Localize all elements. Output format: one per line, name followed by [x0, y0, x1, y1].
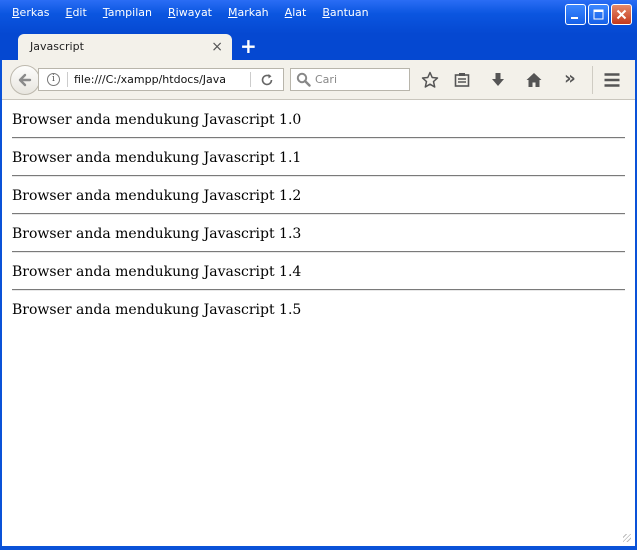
clipboard-icon: [454, 73, 470, 87]
support-line: Browser anda mendukung Javascript 1.5: [12, 302, 302, 318]
menu-bar: Berkas Edit Tampilan Riwayat Markah Alat…: [4, 4, 377, 22]
horizontal-rule: [12, 289, 625, 291]
bookmark-star-button[interactable]: [420, 70, 440, 90]
horizontal-rule: [12, 137, 625, 139]
divider: [250, 72, 251, 87]
divider: [592, 66, 593, 94]
tab-title: Javascript: [30, 40, 84, 53]
window-controls: [565, 4, 632, 25]
divider: [67, 72, 68, 87]
menu-riwayat[interactable]: Riwayat: [160, 4, 220, 22]
maximize-icon: [593, 9, 604, 20]
reload-button[interactable]: [257, 71, 277, 89]
menu-bantuan[interactable]: Bantuan: [314, 4, 376, 22]
address-bar[interactable]: i file:///C:/xampp/htdocs/Javascr: [38, 68, 284, 91]
tab-javascript[interactable]: Javascript ×: [18, 34, 232, 62]
minimize-button[interactable]: [565, 4, 586, 25]
star-icon: [421, 71, 439, 88]
support-line: Browser anda mendukung Javascript 1.0: [12, 112, 302, 128]
resize-grip[interactable]: [623, 534, 631, 542]
menu-berkas[interactable]: Berkas: [4, 4, 58, 22]
search-placeholder: Cari: [315, 73, 337, 86]
close-icon: [616, 9, 627, 20]
tab-strip: Javascript × +: [0, 34, 637, 62]
support-line: Browser anda mendukung Javascript 1.3: [12, 226, 302, 242]
hamburger-menu-icon: [604, 73, 620, 87]
home-icon: [526, 73, 542, 87]
support-line: Browser anda mendukung Javascript 1.2: [12, 188, 302, 204]
menu-alat[interactable]: Alat: [277, 4, 315, 22]
search-box[interactable]: Cari: [290, 68, 410, 91]
reader-view-button[interactable]: [452, 70, 472, 90]
menu-markah[interactable]: Markah: [220, 4, 277, 22]
horizontal-rule: [12, 175, 625, 177]
overflow-chevron-icon[interactable]: »: [560, 68, 580, 89]
horizontal-rule: [12, 251, 625, 253]
new-tab-button[interactable]: +: [240, 36, 257, 56]
menu-edit[interactable]: Edit: [58, 4, 95, 22]
search-icon: [296, 72, 311, 87]
tab-close-icon[interactable]: ×: [211, 37, 223, 57]
minimize-icon: [571, 17, 578, 19]
home-button[interactable]: [524, 70, 544, 90]
url-text[interactable]: file:///C:/xampp/htdocs/Javascr: [74, 73, 226, 86]
horizontal-rule: [12, 213, 625, 215]
title-bar: Berkas Edit Tampilan Riwayat Markah Alat…: [0, 0, 637, 34]
browser-window: Berkas Edit Tampilan Riwayat Markah Alat…: [0, 0, 637, 550]
maximize-button[interactable]: [588, 4, 609, 25]
download-arrow-icon: [492, 73, 504, 86]
back-arrow-icon: [18, 73, 32, 87]
close-window-button[interactable]: [611, 4, 632, 25]
support-line: Browser anda mendukung Javascript 1.1: [12, 150, 302, 166]
info-icon[interactable]: i: [47, 73, 60, 86]
downloads-button[interactable]: [488, 70, 508, 90]
menu-tampilan[interactable]: Tampilan: [95, 4, 160, 22]
page-content: Browser anda mendukung Javascript 1.0 Br…: [2, 100, 635, 546]
navigation-toolbar: i file:///C:/xampp/htdocs/Javascr Cari »: [2, 60, 635, 100]
menu-button[interactable]: [602, 70, 622, 90]
support-line: Browser anda mendukung Javascript 1.4: [12, 264, 302, 280]
reload-icon: [261, 74, 273, 86]
back-button[interactable]: [10, 65, 40, 95]
